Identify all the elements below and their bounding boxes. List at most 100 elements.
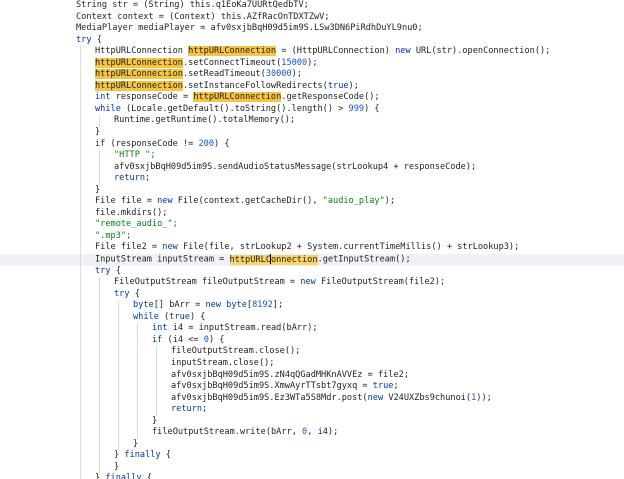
- code-token: File(file, strLookup2 + System.currentTi…: [177, 242, 520, 253]
- indent-space: [0, 265, 95, 278]
- indent-guide: [80, 473, 81, 479]
- code-line[interactable]: }: [0, 438, 624, 451]
- code-token: byte: [133, 300, 154, 311]
- indent-space: [0, 427, 152, 439]
- code-line[interactable]: } finally {: [0, 450, 624, 462]
- code-line[interactable]: return;: [0, 404, 624, 416]
- indent-guide: [80, 103, 81, 116]
- code-line[interactable]: FileOutputStream fileOutputStream = new …: [0, 277, 624, 289]
- code-token: afv0sxjbBqH09d5im9S.sendAudioStatusMessa…: [114, 161, 477, 172]
- code-line[interactable]: httpURLConnection.setConnectTimeout(1500…: [0, 57, 624, 70]
- code-token: new: [162, 242, 178, 253]
- code-token: true: [327, 80, 349, 91]
- code-token: }: [114, 450, 125, 461]
- indent-guide: [99, 357, 100, 370]
- code-line[interactable]: File file2 = new File(file, strLookup2 +…: [0, 242, 624, 255]
- code-line[interactable]: fileOutputStream.write(bArr, 0, i4);: [0, 427, 624, 439]
- code-token: {: [160, 450, 171, 461]
- indent-space: [0, 277, 114, 289]
- code-line[interactable]: String str = (String) this.q1EoKa7UURtQe…: [0, 0, 624, 12]
- indent-space: [0, 219, 95, 231]
- code-token: "HTTP ";: [114, 150, 156, 161]
- code-line[interactable]: "remote_audio_";: [0, 219, 624, 231]
- code-line[interactable]: InputStream inputStream = httpURLConnect…: [0, 254, 624, 266]
- code-line[interactable]: Context context = (Context) this.AZfRacO…: [0, 12, 624, 24]
- code-line[interactable]: return;: [0, 173, 624, 185]
- code-token: byte: [226, 300, 247, 311]
- indent-guide: [80, 138, 81, 151]
- code-token: responseCode =: [110, 92, 194, 103]
- code-line[interactable]: httpURLConnection.setReadTimeout(30000);: [0, 69, 624, 81]
- code-line[interactable]: if (responseCode != 200) {: [0, 138, 624, 151]
- code-line[interactable]: int responseCode = httpURLConnection.get…: [0, 92, 624, 104]
- code-line[interactable]: Runtime.getRuntime().totalMemory();: [0, 115, 624, 128]
- code-editor[interactable]: String str = (String) this.q1EoKa7UURtQe…: [0, 0, 624, 479]
- indent-space: [0, 357, 171, 370]
- indent-space: [0, 461, 114, 474]
- code-line[interactable]: HttpURLConnection httpURLConnection = (H…: [0, 46, 624, 58]
- indent-guide: [118, 323, 119, 335]
- code-line[interactable]: afv0sxjbBqH09d5im9S.sendAudioStatusMessa…: [0, 161, 624, 174]
- code-line[interactable]: }: [0, 184, 624, 197]
- code-line[interactable]: File file = new File(context.getCacheDir…: [0, 196, 624, 208]
- indent-space: [0, 392, 171, 405]
- code-line[interactable]: byte[] bArr = new byte[8192];: [0, 300, 624, 312]
- code-token: "remote_audio_";: [95, 219, 178, 230]
- code-token: , i4);: [307, 427, 339, 438]
- code-token: (: [158, 311, 170, 322]
- search-highlight: httpURLConnection: [193, 92, 282, 103]
- code-token: );: [348, 80, 359, 91]
- indent-guide: [80, 438, 81, 451]
- code-line[interactable]: inputStream.close();: [0, 357, 624, 370]
- code-line[interactable]: try {: [0, 35, 624, 47]
- code-token: inputStream.close();: [171, 357, 275, 368]
- code-line[interactable]: while (Locale.getDefault().toString().le…: [0, 103, 624, 116]
- indent-guide: [80, 427, 81, 439]
- indent-guide: [118, 357, 119, 370]
- code-line[interactable]: }: [0, 461, 624, 474]
- code-line[interactable]: file.mkdirs();: [0, 207, 624, 220]
- code-token: File(context.getCacheDir(),: [172, 196, 323, 207]
- indent-guide: [99, 461, 100, 474]
- code-token: try: [76, 34, 92, 45]
- code-line[interactable]: }: [0, 127, 624, 139]
- search-highlight: httpURLConnection: [95, 69, 183, 80]
- code-line[interactable]: "HTTP ";: [0, 150, 624, 162]
- code-line[interactable]: MediaPlayer mediaPlayer = afv0sxjbBqH09d…: [0, 23, 624, 35]
- code-line[interactable]: if (i4 <= 0) {: [0, 334, 624, 347]
- code-token: .getResponseCode();: [281, 92, 380, 103]
- code-line[interactable]: fileOutputStream.close();: [0, 346, 624, 358]
- code-line[interactable]: try {: [0, 265, 624, 278]
- code-line[interactable]: ".mp3";: [0, 230, 624, 243]
- indent-guide: [156, 369, 157, 382]
- indent-guide: [99, 323, 100, 335]
- indent-guide: [80, 92, 81, 104]
- code-line[interactable]: } finally {: [0, 473, 624, 479]
- code-line[interactable]: int i4 = inputStream.read(bArr);: [0, 323, 624, 335]
- code-token: finally: [105, 473, 142, 479]
- indent-guide: [99, 300, 100, 312]
- indent-space: [0, 103, 95, 116]
- indent-guide: [118, 392, 119, 405]
- code-token: return: [114, 173, 146, 184]
- code-line[interactable]: }: [0, 415, 624, 428]
- code-token: Runtime.getRuntime().totalMemory();: [114, 115, 296, 126]
- indent-guide: [156, 357, 157, 370]
- indent-guide: [80, 311, 81, 324]
- indent-guide: [118, 404, 119, 416]
- code-token: FileOutputStream(file2);: [315, 277, 446, 288]
- indent-guide: [99, 161, 100, 174]
- code-line[interactable]: try {: [0, 288, 624, 301]
- code-token: ;: [202, 404, 208, 415]
- code-line[interactable]: httpURLConnection.setInstanceFollowRedir…: [0, 80, 624, 93]
- code-line[interactable]: afv0sxjbBqH09d5im9S.Ez3WTa5S8Mdr.post(ne…: [0, 392, 624, 405]
- code-line[interactable]: afv0sxjbBqH09d5im9S.zN4qQGadMHKnAVVEz = …: [0, 369, 624, 382]
- code-line[interactable]: afv0sxjbBqH09d5im9S.XmwAyrTTsbt7gyxq = t…: [0, 381, 624, 393]
- code-line[interactable]: while (true) {: [0, 311, 624, 324]
- code-token: ];: [272, 300, 284, 311]
- indent-guide: [137, 369, 138, 382]
- code-token: );: [307, 57, 318, 68]
- indent-guide: [80, 184, 81, 197]
